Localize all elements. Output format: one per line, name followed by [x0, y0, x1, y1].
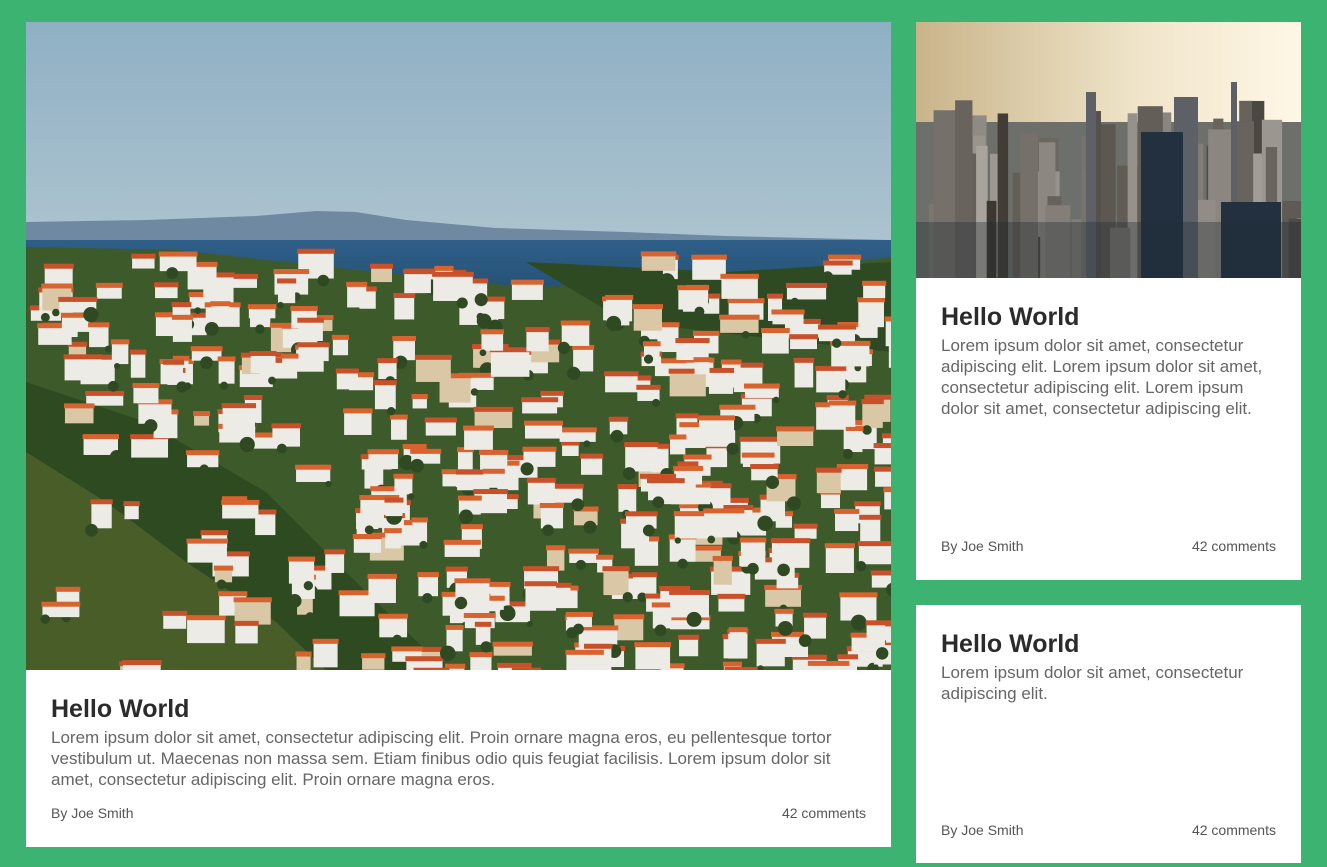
author-label: By Joe Smith: [941, 822, 1024, 838]
article-card-side[interactable]: Hello World Lorem ipsum dolor sit amet, …: [916, 605, 1301, 863]
card-body: Hello World Lorem ipsum dolor sit amet, …: [51, 694, 866, 790]
article-card-main[interactable]: Hello World Lorem ipsum dolor sit amet, …: [26, 22, 891, 847]
card-title[interactable]: Hello World: [51, 694, 866, 724]
card-footer: By Joe Smith 42 comments: [941, 822, 1276, 838]
comments-link[interactable]: 42 comments: [782, 805, 866, 821]
comments-link[interactable]: 42 comments: [1192, 822, 1276, 838]
article-card-side[interactable]: Hello World Lorem ipsum dolor sit amet, …: [916, 22, 1301, 580]
card-title[interactable]: Hello World: [941, 629, 1276, 659]
card-body: Hello World Lorem ipsum dolor sit amet, …: [941, 302, 1276, 419]
card-body: Hello World Lorem ipsum dolor sit amet, …: [941, 629, 1276, 704]
card-excerpt: Lorem ipsum dolor sit amet, consectetur …: [941, 336, 1263, 418]
coastal-town-image: [26, 22, 891, 670]
card-footer: By Joe Smith 42 comments: [941, 538, 1276, 554]
card-excerpt: Lorem ipsum dolor sit amet, consectetur …: [51, 728, 832, 789]
card-title[interactable]: Hello World: [941, 302, 1276, 332]
city-skyline-image: [916, 22, 1301, 278]
card-excerpt: Lorem ipsum dolor sit amet, consectetur …: [941, 663, 1244, 703]
comments-link[interactable]: 42 comments: [1192, 538, 1276, 554]
author-label: By Joe Smith: [941, 538, 1024, 554]
author-label: By Joe Smith: [51, 805, 134, 821]
card-footer: By Joe Smith 42 comments: [51, 805, 866, 821]
